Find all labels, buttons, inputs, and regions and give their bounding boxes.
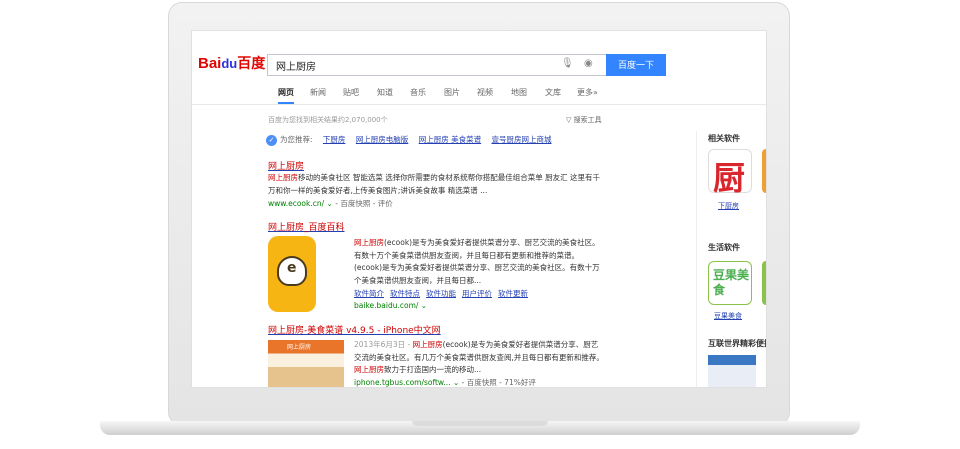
result-snippet: 2013年6月3日 - 网上厨房(ecook)是专为美食爱好者提供菜谱分享、厨艺… [354, 339, 604, 377]
result-count: 百度为您找到相关结果约2,070,000个 [268, 116, 388, 124]
result-title-text: 网上厨房-美食菜谱 v4.9.5 - iPhone中文网 [268, 326, 441, 336]
filter-icon: ▽ [566, 116, 572, 124]
search-nav: 网页 新闻 贴吧 知道 音乐 图片 视频 地图 文库 更多» [192, 83, 766, 105]
laptop-notch [412, 421, 548, 426]
search-input[interactable] [267, 54, 606, 76]
recommend-bar: ✓ 为您推荐: 下厨房 网上厨房电脑版 网上厨房 美食菜谱 壹号厨房网上商城 [266, 134, 551, 146]
browser-screen: Baidu百度 🎙 ◉ 百度一下 网页 新闻 贴吧 知道 音乐 图片 视频 地图… [191, 30, 767, 388]
search-header: Baidu百度 🎙 ◉ 百度一下 网页 新闻 贴吧 知道 音乐 图片 视频 地图… [192, 31, 766, 105]
related-app-label[interactable]: 下厨房 [718, 201, 739, 211]
tab-images[interactable]: 图片 [444, 87, 460, 98]
recommend-label: 为您推荐: [280, 135, 313, 144]
tab-news[interactable]: 新闻 [310, 87, 326, 98]
tab-tieba[interactable]: 贴吧 [343, 87, 359, 98]
recommend-link[interactable]: 壹号厨房网上商城 [491, 135, 551, 144]
logo-paw: du [221, 56, 238, 71]
logo-text: Bai [198, 55, 222, 72]
internet-thumbnail[interactable] [708, 355, 756, 387]
snippet-highlight: 网上厨房 [412, 340, 443, 349]
search-button[interactable]: 百度一下 [606, 54, 666, 76]
recommend-link[interactable]: 下厨房 [323, 135, 346, 144]
search-tools-label: 搜索工具 [573, 116, 602, 124]
related-software-title: 相关软件 [708, 134, 740, 143]
app-icon-glyph: 厨 [713, 159, 746, 197]
result-title[interactable]: 网上厨房-美食菜谱 v4.9.5 - iPhone中文网 [268, 323, 441, 336]
result-title-text: 网上厨房 [268, 162, 305, 172]
logo-cn: 百度 [237, 55, 266, 71]
sublink[interactable]: 软件功能 [426, 289, 456, 298]
snippet-date: 2013年6月3日 - [354, 340, 413, 349]
life-software-title: 生活软件 [708, 243, 740, 252]
snippet-text: 致力于打造国内一流的移动... [384, 365, 482, 374]
result-url[interactable]: iphone.tgbus.com/softw... ⌄ - 百度快照 - 71%… [354, 377, 536, 387]
app-letter: e [287, 260, 297, 276]
snippet-text: (ecook)是专为美食爱好者提供菜谱分享、厨艺交流的美食社区。有数十万个美食菜… [354, 238, 600, 285]
recommend-link[interactable]: 网上厨房电脑版 [356, 135, 409, 144]
snippet-text: 移动的美食社区 智能选菜 选择你所需要的食材系统帮你搭配最佳组合菜单 厨友汇 这… [268, 173, 601, 195]
result-snippet: 网上厨房(ecook)是专为美食爱好者提供菜谱分享、厨艺交流的美食社区。有数十万… [354, 237, 604, 287]
tab-map[interactable]: 地图 [511, 87, 527, 98]
sublink[interactable]: 软件更新 [498, 289, 528, 298]
tab-music[interactable]: 音乐 [410, 87, 426, 98]
result-snippet: 网上厨房移动的美食社区 智能选菜 选择你所需要的食材系统帮你搭配最佳组合菜单 厨… [268, 172, 604, 197]
app-icon-text: 豆果美食 [713, 268, 750, 297]
sidebar-divider [696, 131, 697, 387]
result-url[interactable]: baike.baidu.com/ ⌄ [354, 301, 427, 310]
dropdown-icon[interactable]: ⌄ [421, 301, 427, 310]
partial-app-icon[interactable] [762, 149, 766, 193]
result-title[interactable]: 网上厨房 [268, 159, 304, 172]
microphone-icon[interactable]: 🎙 [561, 58, 574, 72]
sublink[interactable]: 软件简介 [354, 289, 384, 298]
search-tools[interactable]: ▽ 搜索工具 [566, 115, 602, 125]
partial-app-icon[interactable] [762, 261, 766, 305]
result-title[interactable]: 网上厨房_百度百科 [268, 220, 345, 233]
ecook-app-icon[interactable]: e [268, 236, 316, 312]
baidu-logo[interactable]: Baidu百度 [198, 53, 265, 73]
xiachufang-app-icon[interactable]: 厨 [708, 149, 752, 197]
result-url[interactable]: www.ecook.cn/ ⌄ - 百度快照 - 评价 [268, 198, 393, 209]
result-meta[interactable]: - 百度快照 - 71%好评 [459, 378, 536, 387]
snippet-highlight: 网上厨房 [354, 365, 384, 374]
snippet-highlight: 网上厨房 [268, 173, 298, 182]
thumbnail-label: 网上厨房 [287, 344, 312, 351]
tab-zhidao[interactable]: 知道 [377, 87, 393, 98]
url-text: baike.baidu.com/ [354, 301, 419, 310]
url-text: iphone.tgbus.com/softw... [354, 378, 451, 387]
result-title-text: 网上厨房_百度百科 [268, 223, 345, 233]
url-text: www.ecook.cn/ [268, 199, 325, 208]
camera-icon[interactable]: ◉ [584, 58, 598, 70]
life-app-label[interactable]: 豆果美食 [714, 311, 742, 321]
snippet-highlight: 网上厨房 [354, 238, 384, 247]
sublink[interactable]: 用户评价 [462, 289, 492, 298]
tab-wenku[interactable]: 文库 [545, 87, 561, 98]
result-meta[interactable]: - 百度快照 - 评价 [333, 199, 393, 208]
tab-more[interactable]: 更多» [577, 87, 598, 98]
recommend-icon: ✓ [266, 134, 277, 146]
internet-world-title: 互联世界精彩便捷 [708, 339, 767, 348]
douguo-app-icon[interactable]: 豆果美食 [708, 261, 752, 305]
recommend-link[interactable]: 网上厨房 美食菜谱 [419, 135, 481, 144]
sublink[interactable]: 软件特点 [390, 289, 420, 298]
result-sublinks: 软件简介 软件特点 软件功能 用户评价 软件更新 [354, 288, 534, 299]
tab-web[interactable]: 网页 [278, 87, 294, 104]
tab-video[interactable]: 视频 [477, 87, 493, 98]
